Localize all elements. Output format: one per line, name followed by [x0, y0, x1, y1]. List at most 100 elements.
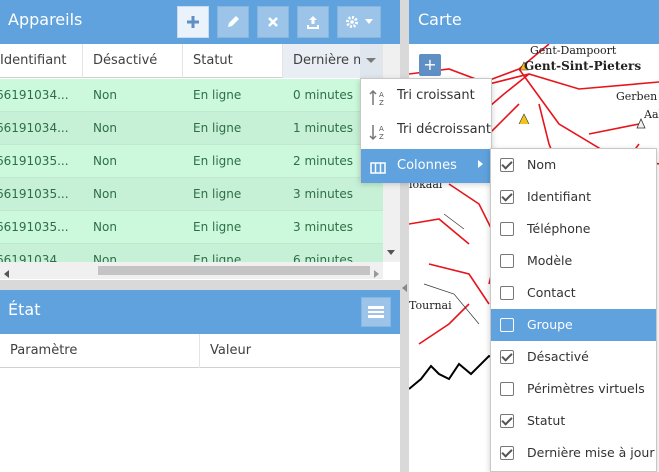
- map-label-tournai: Tournai: [409, 299, 452, 312]
- column-toggle-item[interactable]: Groupe: [491, 309, 656, 341]
- menu-item-sort-desc[interactable]: AZ Tri décroissant: [361, 113, 491, 147]
- column-toggle-item[interactable]: Modèle: [491, 245, 656, 277]
- svg-text:Z: Z: [379, 133, 384, 141]
- cell-identifiant: 66191035...: [0, 220, 69, 234]
- map-label-dampoort: Gent-Dampoort: [530, 44, 617, 57]
- column-header-valeur[interactable]: Valeur: [200, 334, 400, 368]
- table-row[interactable]: 66191034... Non En ligne 1 minutes: [0, 112, 383, 145]
- column-header-desactive[interactable]: Désactivé: [83, 44, 183, 78]
- close-icon: [267, 16, 279, 28]
- command-button[interactable]: [297, 6, 329, 38]
- checkbox-checked-icon[interactable]: [500, 158, 514, 172]
- cell-identifiant: 66191034...: [0, 121, 69, 135]
- scroll-right-arrow-icon[interactable]: [374, 267, 379, 281]
- svg-text:A: A: [379, 91, 384, 99]
- table-row[interactable]: 66191034... Non En ligne 6 minutes: [0, 244, 383, 262]
- map-header: Carte: [409, 0, 659, 44]
- cell-desactive: Non: [93, 187, 117, 201]
- checkbox-checked-icon[interactable]: [500, 414, 514, 428]
- zoom-in-button[interactable]: +: [419, 54, 441, 76]
- chevron-down-icon: [365, 19, 373, 25]
- column-toggle-label: Statut: [527, 413, 566, 428]
- cell-statut: En ligne: [193, 220, 242, 234]
- checkbox-unchecked-icon[interactable]: [500, 382, 514, 396]
- checkbox-unchecked-icon[interactable]: [500, 318, 514, 332]
- sort-descending-icon: AZ: [369, 121, 387, 141]
- state-grid-header: Paramètre Valeur: [0, 334, 400, 368]
- devices-panel: Appareils Identifiant Désactivé Statut D…: [0, 0, 400, 280]
- state-toggle-button[interactable]: [361, 297, 391, 327]
- scroll-left-arrow-icon[interactable]: [4, 267, 9, 281]
- cell-derniere: 1 minutes: [293, 121, 354, 135]
- checkbox-unchecked-icon[interactable]: [500, 286, 514, 300]
- columns-submenu: Nom Identifiant Téléphone Modèle Contact Grou…: [490, 148, 657, 472]
- column-header-identifiant[interactable]: Identifiant: [0, 44, 83, 78]
- cell-derniere: 3 minutes: [293, 220, 354, 234]
- add-button[interactable]: [177, 6, 209, 38]
- devices-grid-body: 66191034... Non En ligne 0 minutes 66191…: [0, 79, 383, 262]
- column-toggle-label: Nom: [527, 157, 557, 172]
- svg-text:Z: Z: [379, 99, 384, 107]
- cell-derniere: 2 minutes: [293, 154, 354, 168]
- cell-identifiant: 66191034...: [0, 88, 69, 102]
- column-toggle-label: Groupe: [527, 317, 573, 332]
- menu-item-sort-asc[interactable]: AZ Tri croissant: [361, 79, 491, 113]
- column-menu-trigger[interactable]: [360, 44, 382, 78]
- collapse-arrow-icon[interactable]: [402, 281, 407, 295]
- column-header-derniere-label: Dernière m: [293, 53, 366, 68]
- column-header-statut[interactable]: Statut: [183, 44, 283, 78]
- scroll-down-arrow-icon[interactable]: [387, 244, 395, 258]
- column-toggle-item[interactable]: Désactivé: [491, 341, 656, 373]
- column-toggle-item[interactable]: Dernière mise à jour: [491, 437, 656, 469]
- menu-item-sort-asc-label: Tri croissant: [397, 88, 475, 103]
- column-toggle-label: Contact: [527, 285, 576, 300]
- column-toggle-item[interactable]: Contact: [491, 277, 656, 309]
- table-row[interactable]: 66191034... Non En ligne 0 minutes: [0, 79, 383, 112]
- list-icon: [368, 306, 384, 318]
- column-toggle-item[interactable]: Téléphone: [491, 213, 656, 245]
- menu-item-columns[interactable]: Colonnes: [361, 149, 491, 183]
- state-panel: État Paramètre Valeur: [0, 290, 400, 472]
- panel-separator: [0, 280, 400, 290]
- column-toggle-item[interactable]: Statut: [491, 405, 656, 437]
- remove-button[interactable]: [257, 6, 289, 38]
- checkbox-checked-icon[interactable]: [500, 190, 514, 204]
- column-toggle-label: Téléphone: [527, 221, 591, 236]
- settings-menu-button[interactable]: [337, 6, 381, 38]
- horizontal-scroll-thumb[interactable]: [98, 266, 370, 275]
- table-row[interactable]: 66191035... Non En ligne 3 minutes: [0, 211, 383, 244]
- column-toggle-item[interactable]: Identifiant: [491, 181, 656, 213]
- column-header-parametre[interactable]: Paramètre: [0, 334, 200, 368]
- column-toggle-item[interactable]: Nom: [491, 149, 656, 181]
- devices-title: Appareils: [8, 10, 83, 29]
- cell-statut: En ligne: [193, 88, 242, 102]
- checkbox-checked-icon[interactable]: [500, 446, 514, 460]
- column-toggle-item[interactable]: Périmètres virtuels: [491, 373, 656, 405]
- cell-statut: En ligne: [193, 187, 242, 201]
- sort-ascending-icon: AZ: [369, 87, 387, 107]
- checkbox-unchecked-icon[interactable]: [500, 222, 514, 236]
- cell-identifiant: 66191034...: [0, 253, 69, 262]
- map-label-aal: Aal: [644, 108, 659, 121]
- table-row[interactable]: 66191035... Non En ligne 3 minutes: [0, 178, 383, 211]
- upload-icon: [306, 15, 320, 29]
- chevron-down-icon: [366, 44, 376, 78]
- column-header-derniere[interactable]: Dernière m: [283, 44, 383, 78]
- plus-icon: [186, 15, 200, 29]
- cell-statut: En ligne: [193, 121, 242, 135]
- vertical-splitter[interactable]: [400, 0, 409, 472]
- cell-derniere: 6 minutes: [293, 253, 354, 262]
- edit-button[interactable]: [217, 6, 249, 38]
- cell-statut: En ligne: [193, 253, 242, 262]
- svg-text:A: A: [379, 125, 384, 133]
- checkbox-unchecked-icon[interactable]: [500, 254, 514, 268]
- table-row[interactable]: 66191035... Non En ligne 2 minutes: [0, 145, 383, 178]
- menu-item-columns-label: Colonnes: [397, 158, 457, 173]
- devices-header: Appareils: [0, 0, 400, 44]
- pencil-icon: [226, 15, 240, 29]
- cell-desactive: Non: [93, 253, 117, 262]
- checkbox-checked-icon[interactable]: [500, 350, 514, 364]
- grid-horizontal-scrollbar[interactable]: [0, 262, 383, 279]
- column-toggle-label: Modèle: [527, 253, 573, 268]
- cell-identifiant: 66191035...: [0, 154, 69, 168]
